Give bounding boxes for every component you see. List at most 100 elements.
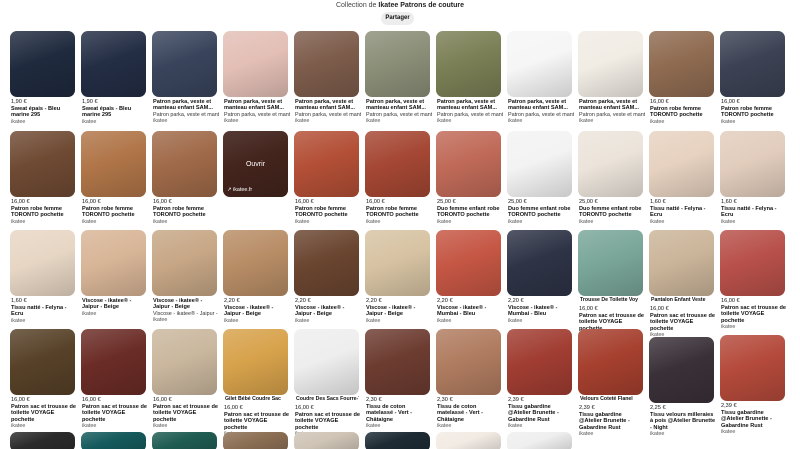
pin-title[interactable]: Viscose - ikatee® - Jaipur - Beige <box>224 305 290 318</box>
pin-title[interactable]: Viscose - ikatee® - Mumbai - Bleu <box>508 305 574 318</box>
pin-image[interactable] <box>10 131 75 197</box>
pin-source[interactable]: ikatee <box>153 423 219 430</box>
pin-title[interactable]: Tissu gabardine @Atelier Brunette - Gaba… <box>579 412 645 431</box>
pin-image[interactable] <box>223 230 288 296</box>
pin-source[interactable]: ikatee <box>721 324 787 331</box>
pin-title[interactable]: Patron robe femme TORONTO pochette <box>721 106 787 119</box>
share-button[interactable]: Partager <box>381 12 414 25</box>
pin-image[interactable] <box>10 432 75 449</box>
pin-source[interactable]: ikatee <box>82 219 148 226</box>
pin-title[interactable]: Patron parka, veste et manteau enfant SA… <box>437 99 503 112</box>
pin-image[interactable] <box>294 131 359 197</box>
pin-image[interactable] <box>10 230 75 296</box>
pin-source[interactable]: ikatee <box>11 318 77 325</box>
pin-source[interactable]: ikatee <box>366 118 432 125</box>
pin-image[interactable] <box>720 131 785 197</box>
pin-source[interactable]: ikatee <box>579 118 645 125</box>
pin-source[interactable]: ikatee <box>153 317 219 324</box>
pin-image[interactable] <box>365 329 430 395</box>
pin-image[interactable] <box>152 230 217 296</box>
pin-source[interactable]: ikatee <box>11 119 77 126</box>
pin-image[interactable] <box>507 230 572 296</box>
pin-image[interactable] <box>578 31 643 97</box>
pin-title[interactable]: Patron robe femme TORONTO pochette <box>11 206 77 219</box>
pin-image[interactable] <box>365 432 430 449</box>
pin-image[interactable] <box>507 329 572 395</box>
open-button[interactable]: Ouvrir <box>223 161 288 168</box>
pin-source[interactable]: ikatee <box>224 118 290 125</box>
pin-title[interactable]: Tissu natté - Felyna - Ecru <box>650 206 716 219</box>
pin-source[interactable]: ikatee <box>224 318 290 325</box>
pin-title[interactable]: Tissu gabardine @Atelier Brunette - Gaba… <box>508 404 574 423</box>
pin-image[interactable] <box>720 31 785 97</box>
pin-title[interactable]: Viscose - ikatee® - Jaipur - Beige <box>295 305 361 318</box>
pin-image[interactable] <box>294 230 359 296</box>
pin-source[interactable]: ikatee <box>437 423 503 430</box>
pin-title[interactable]: Viscose - ikatee® - Jaipur - Beige <box>366 305 432 318</box>
pin-source[interactable]: ikatee <box>721 219 787 226</box>
pin-title[interactable]: Duo femme enfant robe TORONTO pochette <box>508 206 574 219</box>
pin-source[interactable]: ikatee <box>366 318 432 325</box>
pin-image[interactable] <box>436 329 501 395</box>
pin-title[interactable]: Duo femme enfant robe TORONTO pochette <box>437 206 503 219</box>
pin-source[interactable]: ikatee <box>437 118 503 125</box>
pin-image[interactable] <box>365 131 430 197</box>
pin-image[interactable] <box>649 31 714 97</box>
pin-image[interactable] <box>10 31 75 97</box>
pin-image[interactable] <box>649 131 714 197</box>
pin-source[interactable]: ikatee <box>295 318 361 325</box>
pin-source[interactable]: ikatee <box>366 423 432 430</box>
pin-image[interactable] <box>578 329 643 395</box>
pin-image[interactable] <box>507 432 572 449</box>
pin-source[interactable]: ikatee <box>11 423 77 430</box>
pin-image[interactable] <box>81 31 146 97</box>
pin-image[interactable] <box>81 131 146 197</box>
pin-image[interactable] <box>649 230 714 296</box>
pin-title[interactable]: Viscose - ikatee® - Mumbai - Bleu <box>437 305 503 318</box>
pin-title[interactable]: Patron robe femme TORONTO pochette <box>366 206 432 219</box>
pin-image[interactable] <box>720 335 785 401</box>
pin-image[interactable]: Ouvrir ↗ ikatee.fr <box>223 131 288 197</box>
pin-image[interactable] <box>578 230 643 296</box>
pin-title[interactable]: Patron parka, veste et manteau enfant SA… <box>579 99 645 112</box>
pin-source[interactable]: ikatee <box>508 118 574 125</box>
pin-image[interactable] <box>436 31 501 97</box>
pin-source[interactable]: ikatee <box>295 219 361 226</box>
pin-source[interactable]: ikatee <box>650 219 716 226</box>
pin-title[interactable]: Patron sac et trousse de toilette VOYAGE… <box>650 313 716 332</box>
pin-title[interactable]: Tissu de coton matelassé - Vert - Châtai… <box>366 404 432 423</box>
pin-title[interactable]: Patron sac et trousse de toilette VOYAGE… <box>153 404 219 423</box>
pin-title[interactable]: Patron sac et trousse de toilette VOYAGE… <box>82 404 148 423</box>
pin-image[interactable] <box>365 230 430 296</box>
pin-title[interactable]: Viscose - ikatee® - Jaipur - Beige <box>153 298 219 311</box>
pin-image[interactable] <box>223 329 288 395</box>
pin-title[interactable]: Patron robe femme TORONTO pochette <box>82 206 148 219</box>
pin-title[interactable]: Patron parka, veste et manteau enfant SA… <box>508 99 574 112</box>
source-link[interactable]: ↗ ikatee.fr <box>227 187 252 193</box>
pin-image[interactable] <box>152 31 217 97</box>
pin-image[interactable] <box>436 230 501 296</box>
pin-source[interactable]: ikatee <box>721 119 787 126</box>
pin-title[interactable]: Patron sac et trousse de toilette VOYAGE… <box>224 412 290 431</box>
pin-image[interactable] <box>152 131 217 197</box>
pin-title[interactable]: Patron sac et trousse de toilette VOYAGE… <box>721 305 787 324</box>
pin-image[interactable] <box>294 31 359 97</box>
pin-image[interactable] <box>294 432 359 449</box>
pin-image[interactable] <box>223 31 288 97</box>
pin-image[interactable] <box>223 432 288 449</box>
pin-image[interactable] <box>10 329 75 395</box>
pin-title[interactable]: Viscose - ikatee® - Jaipur - Beige <box>82 298 148 311</box>
pin-source[interactable]: ikatee <box>508 318 574 325</box>
pin-image[interactable] <box>720 230 785 296</box>
pin-image[interactable] <box>81 432 146 449</box>
pin-title[interactable]: Patron parka, veste et manteau enfant SA… <box>153 99 219 112</box>
pin-source[interactable]: ikatee <box>579 219 645 226</box>
pin-title[interactable]: Tissu de coton matelassé - Vert - Châtai… <box>437 404 503 423</box>
pin-title[interactable]: Patron parka, veste et manteau enfant SA… <box>224 99 290 112</box>
pin-image[interactable] <box>649 337 714 403</box>
pin-source[interactable]: ikatee <box>82 119 148 126</box>
pin-title[interactable]: Duo femme enfant robe TORONTO pochette <box>579 206 645 219</box>
pin-source[interactable]: ikatee <box>650 431 716 438</box>
pin-image[interactable] <box>81 329 146 395</box>
pin-source[interactable]: ikatee <box>366 219 432 226</box>
